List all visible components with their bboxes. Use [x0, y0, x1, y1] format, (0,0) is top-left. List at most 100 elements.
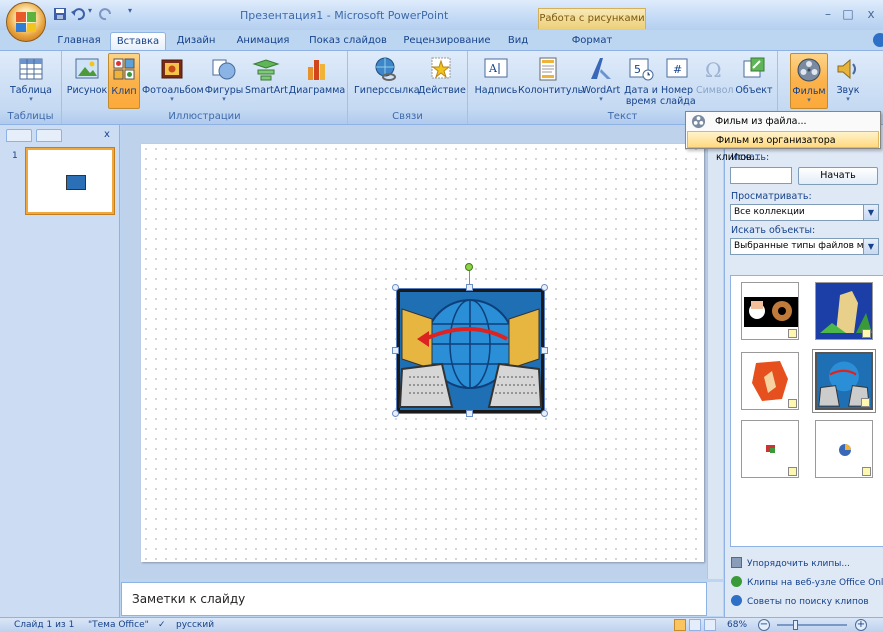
symbol-button[interactable]: Ω Символ — [696, 53, 733, 109]
search-tips-link[interactable]: Советы по поиску клипов — [731, 595, 869, 607]
table-icon — [19, 58, 43, 80]
resize-handle-n[interactable] — [466, 284, 473, 291]
clip-button[interactable]: Клип — [108, 53, 140, 109]
menu-movie-from-file[interactable]: Фильм из файла... — [687, 113, 879, 130]
search-go-button[interactable]: Начать — [798, 167, 878, 185]
organizer-icon — [731, 557, 742, 568]
undo-icon[interactable] — [70, 6, 88, 22]
office-online-link[interactable]: Клипы на веб-узле Office Online — [731, 576, 883, 588]
tab-slideshow[interactable]: Показ слайдов — [304, 32, 392, 50]
notes-scrollbar[interactable] — [707, 582, 723, 616]
object-button[interactable]: Объект — [734, 53, 774, 109]
slideshow-button[interactable] — [704, 619, 716, 631]
selected-clipart[interactable] — [396, 288, 545, 414]
svg-text:#: # — [673, 63, 682, 76]
wordart-button[interactable]: WordArt ▾ — [580, 53, 622, 109]
movie-dropdown-menu: Фильм из файла... Фильм из организатора … — [685, 111, 881, 163]
minimize-button[interactable]: – — [820, 8, 836, 22]
header-footer-button[interactable]: Колонтитулы — [518, 53, 585, 109]
clip-result-horse[interactable] — [815, 282, 873, 340]
shapes-button[interactable]: Фигуры ▾ — [204, 53, 244, 109]
slide-thumb-number: 1 — [12, 151, 18, 161]
group-links: Гиперссылка Действие Связи — [348, 51, 468, 124]
slide-number-icon: # — [666, 58, 688, 78]
resize-handle-sw[interactable] — [392, 410, 399, 417]
slide-number-button[interactable]: # Номер слайда — [660, 53, 696, 109]
office-button[interactable] — [6, 2, 46, 42]
chart-icon — [308, 60, 325, 80]
clip-result-gears[interactable] — [741, 282, 799, 340]
zoom-slider-thumb[interactable] — [793, 620, 798, 630]
textbox-button[interactable]: A Надпись — [474, 53, 518, 109]
redo-icon[interactable] — [98, 6, 116, 22]
resize-handle-se[interactable] — [541, 410, 548, 417]
tab-animation[interactable]: Анимация — [228, 32, 298, 50]
resize-handle-s[interactable] — [466, 410, 473, 417]
movie-button[interactable]: Фильм ▾ — [790, 53, 828, 109]
datetime-button[interactable]: 5 Дата и время — [624, 53, 658, 109]
action-button[interactable]: Действие — [418, 53, 466, 109]
restore-button[interactable]: □ — [840, 8, 856, 22]
tab-format[interactable]: Формат — [560, 32, 624, 50]
search-input[interactable] — [730, 167, 792, 184]
zoom-in-button[interactable]: + — [855, 619, 867, 631]
zoom-level[interactable]: 68% — [727, 620, 747, 630]
star-icon — [788, 467, 797, 476]
table-button[interactable]: Таблица ▾ — [8, 53, 54, 109]
zoom-out-button[interactable]: − — [758, 619, 770, 631]
smartart-icon — [252, 59, 280, 81]
photoalbum-button[interactable]: Фотоальбом ▾ — [142, 53, 204, 109]
outline-tab[interactable] — [36, 129, 62, 142]
tab-review[interactable]: Рецензирование — [398, 32, 496, 50]
chevron-down-icon: ▾ — [222, 95, 226, 103]
chart-button[interactable]: Диаграмма — [288, 53, 346, 109]
chevron-down-icon[interactable]: ▼ — [863, 205, 878, 220]
clip-result-small-1[interactable] — [741, 420, 799, 478]
collections-select[interactable]: Все коллекции ▼ — [730, 204, 879, 221]
thumb-clip — [66, 175, 86, 190]
zoom-slider[interactable] — [777, 624, 847, 626]
wordart-icon — [591, 58, 611, 79]
spellcheck-icon[interactable]: ✓ — [158, 620, 166, 630]
chevron-down-icon[interactable]: ▼ — [863, 239, 878, 254]
notes-pane[interactable]: Заметки к слайду — [121, 582, 707, 616]
close-button[interactable]: x — [864, 8, 878, 22]
pane-close-icon[interactable]: x — [104, 129, 110, 140]
qat-customize-icon[interactable]: ▾ — [128, 6, 136, 22]
clip-result-computers[interactable] — [813, 350, 875, 412]
hyperlink-button[interactable]: Гиперссылка — [354, 53, 420, 109]
picture-button[interactable]: Рисунок — [66, 53, 108, 109]
omega-icon: Ω — [705, 58, 722, 82]
save-icon[interactable] — [52, 6, 70, 22]
group-label-illustrations: Иллюстрации — [62, 110, 347, 124]
undo-dropdown-icon[interactable]: ▾ — [88, 6, 96, 22]
resize-handle-nw[interactable] — [392, 284, 399, 291]
normal-view-button[interactable] — [674, 619, 686, 631]
tab-insert[interactable]: Вставка — [110, 32, 166, 50]
clip-result-small-2[interactable] — [815, 420, 873, 478]
group-label-tables: Таблицы — [0, 110, 61, 124]
resize-handle-e[interactable] — [541, 347, 548, 354]
clip-result-hand[interactable] — [741, 352, 799, 410]
notes-placeholder: Заметки к слайду — [132, 592, 246, 606]
sound-button[interactable]: Звук ▾ — [830, 53, 866, 109]
help-icon[interactable] — [873, 33, 883, 47]
organize-clips-link[interactable]: Упорядочить клипы... — [731, 557, 850, 569]
slide-thumbnail[interactable] — [25, 147, 115, 215]
smartart-button[interactable]: SmartArt — [245, 53, 288, 109]
menu-movie-from-organizer[interactable]: Фильм из организатора клипов... — [687, 131, 879, 163]
tab-view[interactable]: Вид — [500, 32, 536, 50]
tab-design[interactable]: Дизайн — [170, 32, 222, 50]
rotation-handle[interactable] — [465, 263, 473, 271]
resize-handle-w[interactable] — [392, 347, 399, 354]
slide-sorter-button[interactable] — [689, 619, 701, 631]
resize-handle-ne[interactable] — [541, 284, 548, 291]
vertical-scrollbar[interactable] — [707, 125, 723, 579]
tab-home[interactable]: Главная — [52, 32, 106, 50]
slides-tab[interactable] — [6, 129, 32, 142]
media-types-select[interactable]: Выбранные типы файлов мул ▼ — [730, 238, 879, 255]
hyperlink-icon — [375, 57, 396, 81]
language[interactable]: русский — [176, 620, 214, 630]
chevron-down-icon: ▾ — [807, 96, 811, 104]
clipart-task-pane: Искать: Начать Просматривать: Все коллек… — [724, 125, 883, 617]
